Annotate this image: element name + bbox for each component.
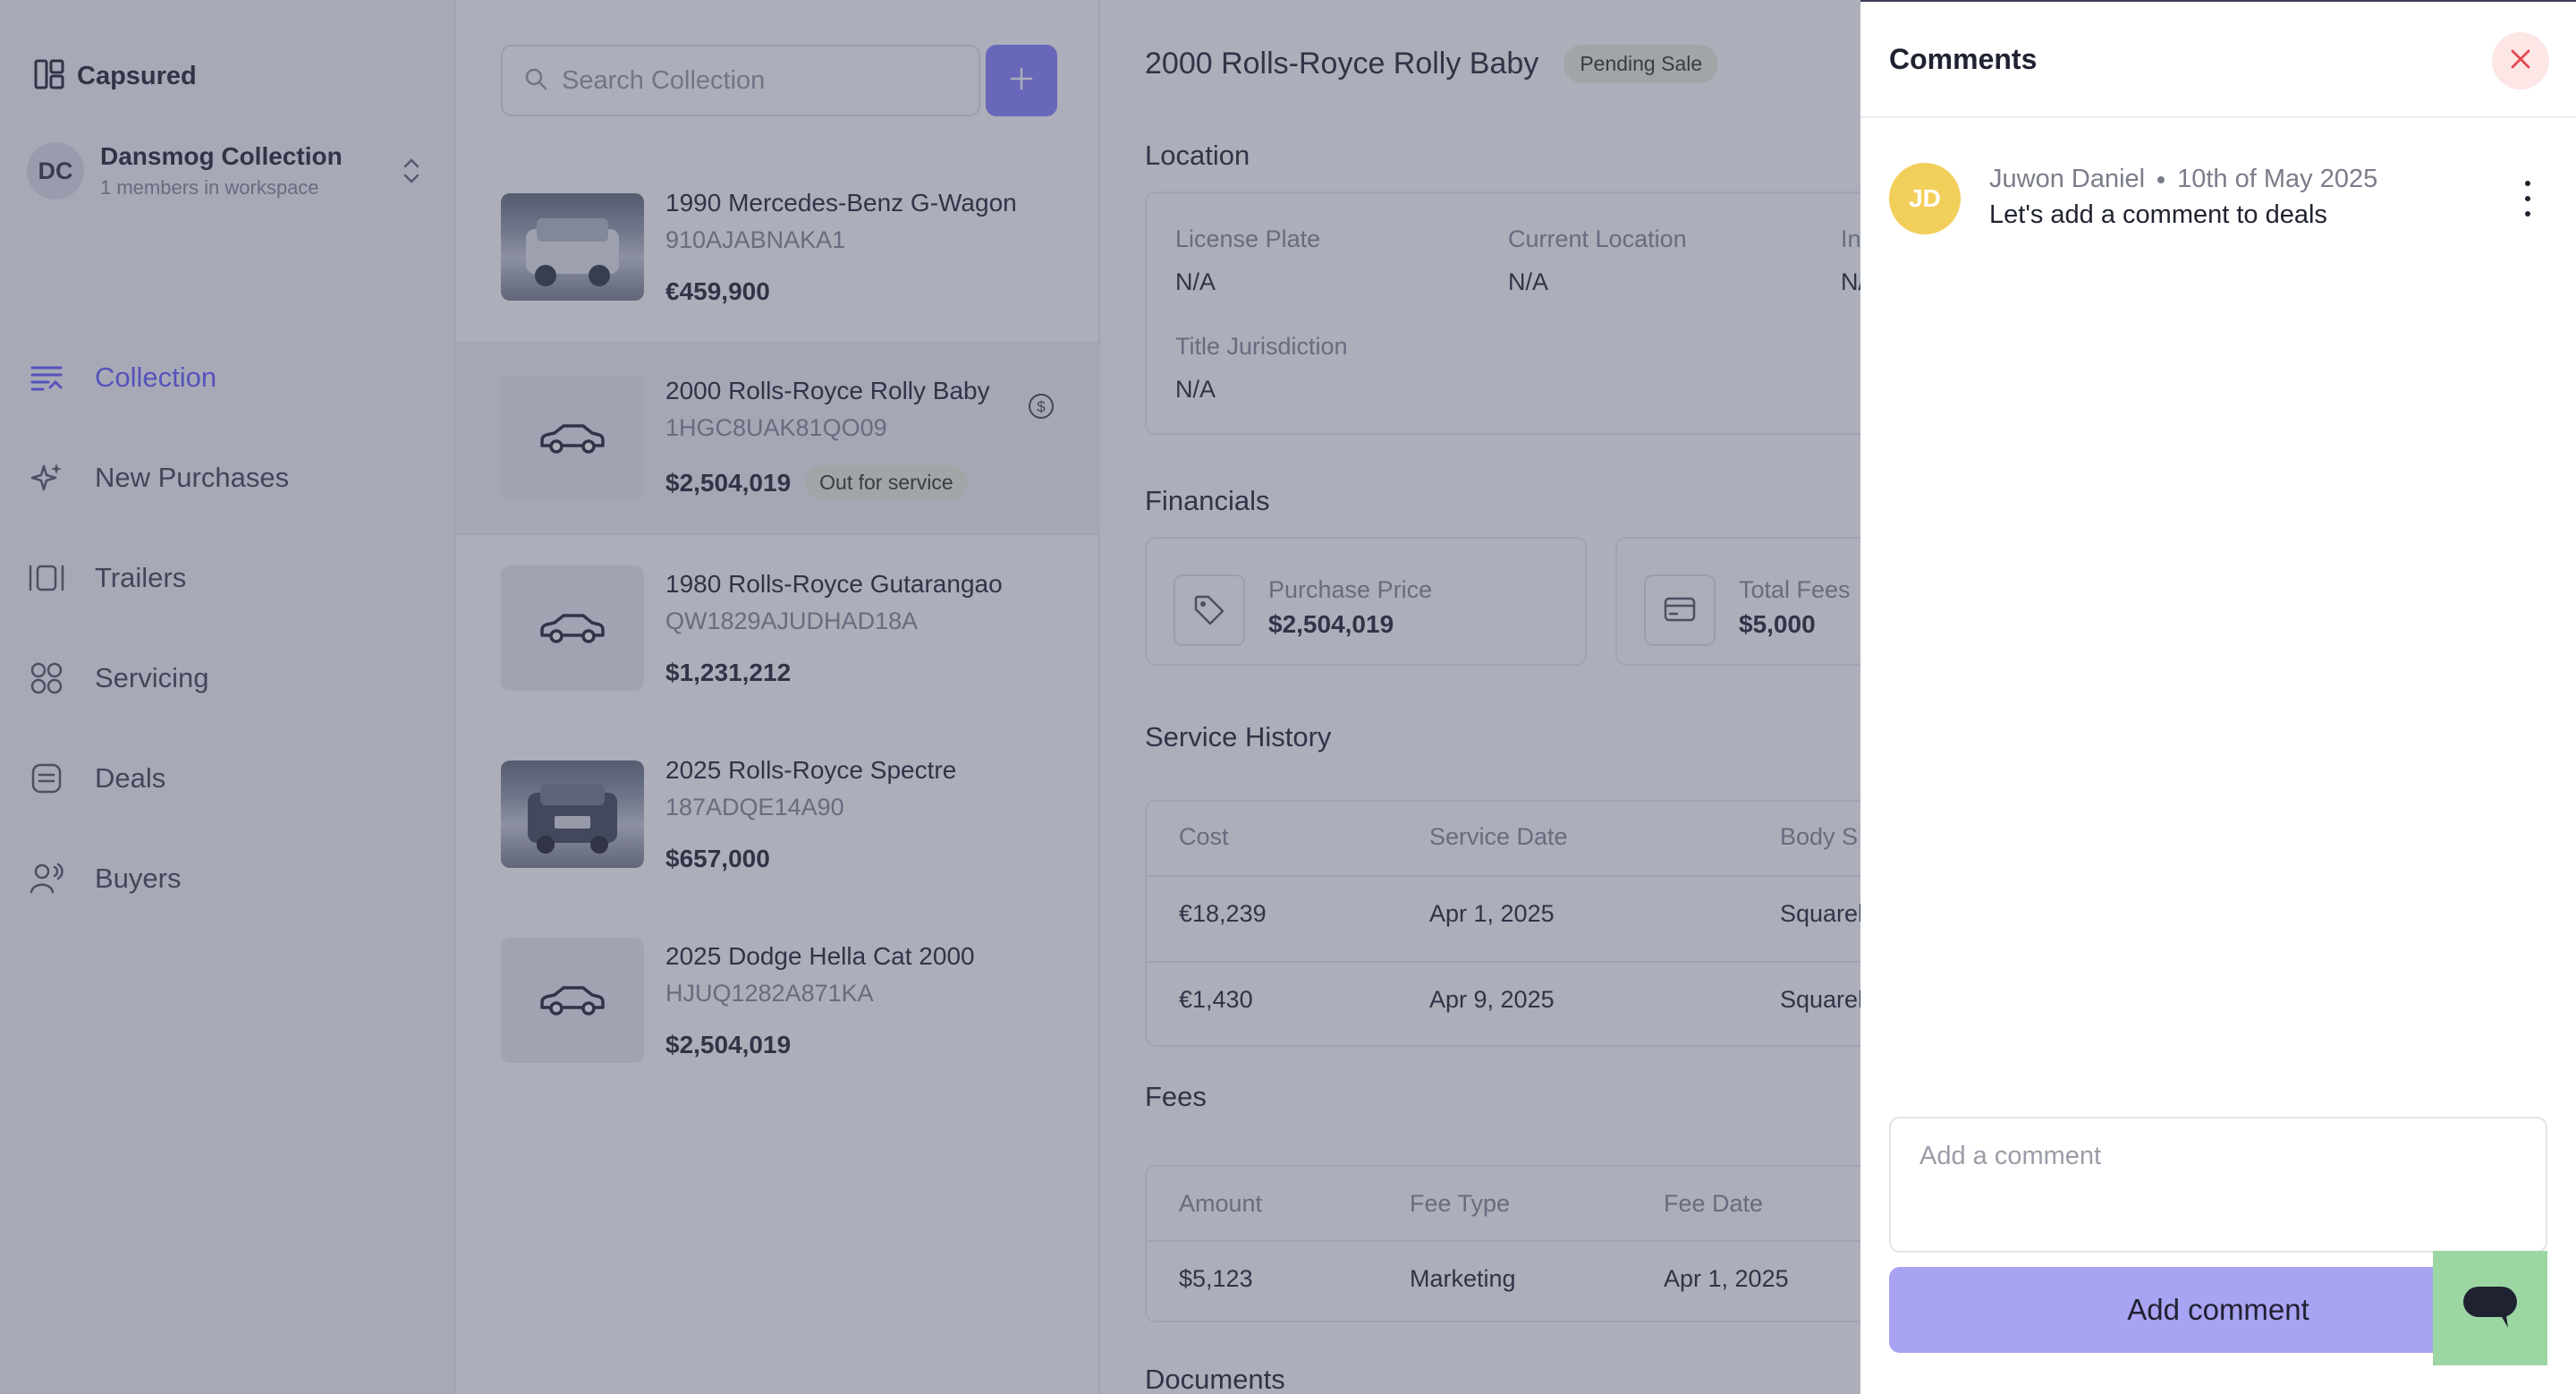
comments-panel: Comments JD Juwon Daniel 10th of May 202…: [1860, 0, 2576, 1394]
comment-meta: Juwon Daniel 10th of May 2025: [1989, 165, 2377, 194]
comment-item: JD Juwon Daniel 10th of May 2025 Let's a…: [1889, 161, 2547, 236]
chat-bubble-icon: [2462, 1281, 2519, 1336]
close-button[interactable]: [2492, 32, 2549, 89]
more-vertical-icon[interactable]: [2517, 181, 2538, 217]
comments-title: Comments: [1889, 43, 2038, 75]
comment-text: Let's add a comment to deals: [1989, 200, 2327, 229]
close-icon: [2509, 47, 2532, 75]
comment-date: 10th of May 2025: [2177, 165, 2378, 193]
modal-backdrop[interactable]: [0, 0, 1860, 1394]
comments-panel-header: Comments: [1860, 2, 2576, 118]
chat-widget-button[interactable]: [2433, 1251, 2547, 1365]
separator-dot: [2157, 175, 2165, 183]
comment-input[interactable]: [1889, 1117, 2547, 1253]
comment-author: Juwon Daniel: [1989, 165, 2146, 193]
avatar: JD: [1889, 163, 1961, 234]
